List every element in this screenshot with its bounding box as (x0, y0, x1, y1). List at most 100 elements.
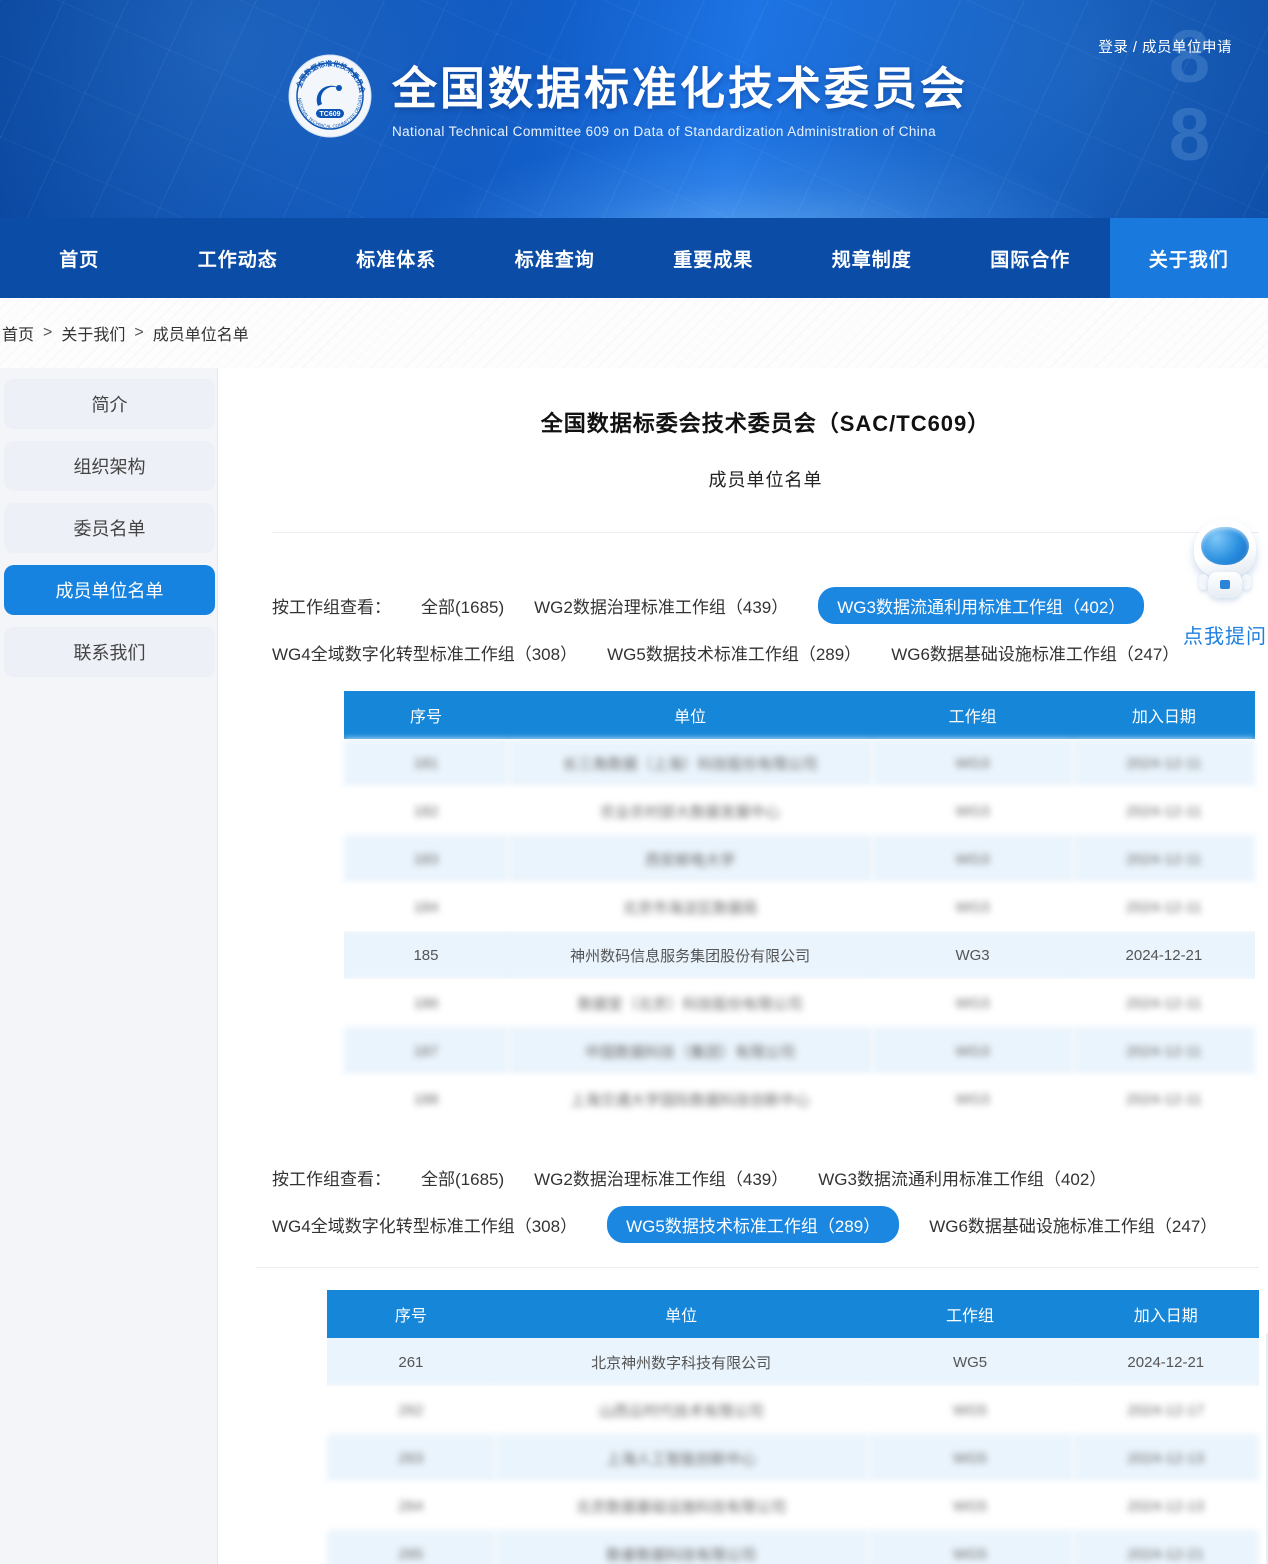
cell-wg: WG3 (872, 739, 1072, 787)
column-header-加入日期: 加入日期 (1073, 1290, 1259, 1338)
login-member-apply-link[interactable]: 登录 / 成员单位申请 (1098, 36, 1232, 57)
sidebar-item-联系我们[interactable]: 联系我们 (4, 627, 215, 677)
main-nav: 首页工作动态标准体系标准查询重要成果规章制度国际合作关于我们 (0, 218, 1268, 298)
sidebar-item-简介[interactable]: 简介 (4, 379, 215, 429)
cell-no: 265 (327, 1530, 495, 1564)
nav-item-国际合作[interactable]: 国际合作 (951, 218, 1110, 298)
cell-no: 262 (327, 1386, 495, 1434)
cell-unit: 上海交通大学国际数据科技创新中心 (508, 1075, 872, 1123)
cell-wg: WG5 (868, 1338, 1073, 1386)
sidebar-item-委员名单[interactable]: 委员名单 (4, 503, 215, 553)
cell-unit: 长三角数据（上海）科技股份有限公司 (508, 739, 872, 787)
banner: 8 8 登录 / 成员单位申请 全国数据标准化技术委员会 NATIONAL TE… (0, 0, 1268, 218)
cell-no: 188 (344, 1075, 508, 1123)
cell-wg: WG3 (872, 787, 1072, 835)
wg-filter-chip[interactable]: WG4全域数字化转型标准工作组（308） (272, 640, 577, 665)
cell-unit: 数据堂（北京）科技股份有限公司 (508, 979, 872, 1027)
column-header-加入日期: 加入日期 (1073, 691, 1255, 739)
cell-unit: 西安邮电大学 (508, 835, 872, 883)
cell-unit: 北京数据基础设施科技有限公司 (495, 1482, 868, 1530)
table-row: 183西安邮电大学WG32024-12-11 (344, 835, 1255, 883)
table-row: 263上海人工智能创新中心WG52024-12-13 (327, 1434, 1259, 1482)
breadcrumb-separator: > (43, 324, 52, 342)
table-row: 188上海交通大学国际数据科技创新中心WG32024-12-11 (344, 1075, 1255, 1123)
robot-icon (1192, 520, 1258, 604)
nav-item-重要成果[interactable]: 重要成果 (634, 218, 793, 298)
cell-wg: WG5 (868, 1482, 1073, 1530)
sidebar-item-成员单位名单[interactable]: 成员单位名单 (4, 565, 215, 615)
cell-wg: WG5 (868, 1386, 1073, 1434)
column-header-工作组: 工作组 (872, 691, 1072, 739)
breadcrumb-separator: > (134, 324, 143, 342)
cell-wg: WG5 (868, 1434, 1073, 1482)
table-row: 186数据堂（北京）科技股份有限公司WG32024-12-11 (344, 979, 1255, 1027)
wg5-member-section: 按工作组查看： 全部(1685)WG2数据治理标准工作组（439）WG3数据流通… (272, 1165, 1259, 1564)
cell-date: 2024-12-21 (1073, 931, 1255, 979)
nav-item-首页[interactable]: 首页 (0, 218, 159, 298)
cell-no: 184 (344, 883, 508, 931)
cell-unit: 农业农村部大数据发展中心 (508, 787, 872, 835)
wg-filter-chip[interactable]: WG5数据技术标准工作组（289） (607, 1206, 899, 1243)
breadcrumb-item-关于我们[interactable]: 关于我们 (61, 321, 125, 345)
wg-filter-chip[interactable]: 全部(1685) (421, 1165, 504, 1190)
wg-filter-chip[interactable]: WG6数据基础设施标准工作组（247） (891, 640, 1179, 665)
table-row: 264北京数据基础设施科技有限公司WG52024-12-13 (327, 1482, 1259, 1530)
cell-unit: 北京神州数字科技有限公司 (495, 1338, 868, 1386)
cell-date: 2024-12-13 (1073, 1434, 1259, 1482)
divider (272, 532, 1259, 533)
wg-filter-chip[interactable]: WG2数据治理标准工作组（439） (534, 593, 788, 618)
wg-filter-chip[interactable]: 全部(1685) (421, 593, 504, 618)
cell-no: 182 (344, 787, 508, 835)
cell-date: 2024-12-21 (1073, 1530, 1259, 1564)
table-row: 181长三角数据（上海）科技股份有限公司WG32024-12-11 (344, 739, 1255, 787)
table-row: 262山西云时代技术有限公司WG52024-12-17 (327, 1386, 1259, 1434)
member-table-wg5: 序号单位工作组加入日期 261北京神州数字科技有限公司WG52024-12-21… (327, 1290, 1259, 1564)
assistant-label: 点我提问 (1183, 620, 1267, 649)
logo-tc609-text: TC609 (319, 111, 340, 118)
nav-item-标准查询[interactable]: 标准查询 (476, 218, 635, 298)
sidebar: 简介组织架构委员名单成员单位名单联系我们 (0, 368, 218, 1564)
table-row: 184北京市海淀区数据局WG32024-12-11 (344, 883, 1255, 931)
wg-filter-chip[interactable]: WG5数据技术标准工作组（289） (607, 640, 861, 665)
nav-item-规章制度[interactable]: 规章制度 (793, 218, 952, 298)
cell-unit: 上海人工智能创新中心 (495, 1434, 868, 1482)
cell-wg: WG3 (872, 1027, 1072, 1075)
cell-wg: WG3 (872, 931, 1072, 979)
divider (256, 1267, 1259, 1268)
site-brand: 全国数据标准化技术委员会 NATIONAL TECHNICAL COMMITTE… (288, 52, 968, 139)
cell-unit: 山西云时代技术有限公司 (495, 1386, 868, 1434)
site-subtitle-en: National Technical Committee 609 on Data… (392, 124, 968, 139)
cell-date: 2024-12-11 (1073, 739, 1255, 787)
cell-date: 2024-12-11 (1073, 1027, 1255, 1075)
wg-filter-chip[interactable]: WG3数据流通利用标准工作组（402） (818, 1165, 1106, 1190)
page-body: 简介组织架构委员名单成员单位名单联系我们 全国数据标委会技术委员会（SAC/TC… (0, 368, 1268, 1564)
cell-unit: 神州数码信息服务集团股份有限公司 (508, 931, 872, 979)
wg-filter-chip[interactable]: WG4全域数字化转型标准工作组（308） (272, 1212, 577, 1237)
table-row: 182农业农村部大数据发展中心WG32024-12-11 (344, 787, 1255, 835)
breadcrumb-item-首页[interactable]: 首页 (2, 321, 34, 345)
cell-date: 2024-12-13 (1073, 1482, 1259, 1530)
member-table-wg3: 序号单位工作组加入日期 181长三角数据（上海）科技股份有限公司WG32024-… (344, 691, 1255, 1123)
sidebar-item-组织架构[interactable]: 组织架构 (4, 441, 215, 491)
nav-item-关于我们[interactable]: 关于我们 (1110, 218, 1268, 298)
cell-unit: 中国数据科技（集团）有限公司 (508, 1027, 872, 1075)
nav-item-标准体系[interactable]: 标准体系 (317, 218, 476, 298)
cell-no: 183 (344, 835, 508, 883)
table-row: 185神州数码信息服务集团股份有限公司WG32024-12-21 (344, 931, 1255, 979)
cell-unit: 数睿数据科技有限公司 (495, 1530, 868, 1564)
column-header-序号: 序号 (327, 1290, 495, 1338)
cell-wg: WG3 (872, 835, 1072, 883)
site-title: 全国数据标准化技术委员会 (392, 52, 968, 117)
cell-date: 2024-12-11 (1073, 979, 1255, 1027)
cell-date: 2024-12-11 (1073, 835, 1255, 883)
column-header-单位: 单位 (508, 691, 872, 739)
cell-no: 185 (344, 931, 508, 979)
nav-item-工作动态[interactable]: 工作动态 (159, 218, 318, 298)
cell-wg: WG3 (872, 883, 1072, 931)
tc609-logo-icon[interactable]: 全国数据标准化技术委员会 NATIONAL TECHNICAL COMMITTE… (288, 54, 372, 138)
assistant-robot-button[interactable]: 点我提问 (1183, 520, 1267, 649)
wg-filter-chip[interactable]: WG2数据治理标准工作组（439） (534, 1165, 788, 1190)
column-header-工作组: 工作组 (868, 1290, 1073, 1338)
wg-filter-chip[interactable]: WG3数据流通利用标准工作组（402） (818, 587, 1144, 624)
wg-filter-chip[interactable]: WG6数据基础设施标准工作组（247） (929, 1212, 1217, 1237)
